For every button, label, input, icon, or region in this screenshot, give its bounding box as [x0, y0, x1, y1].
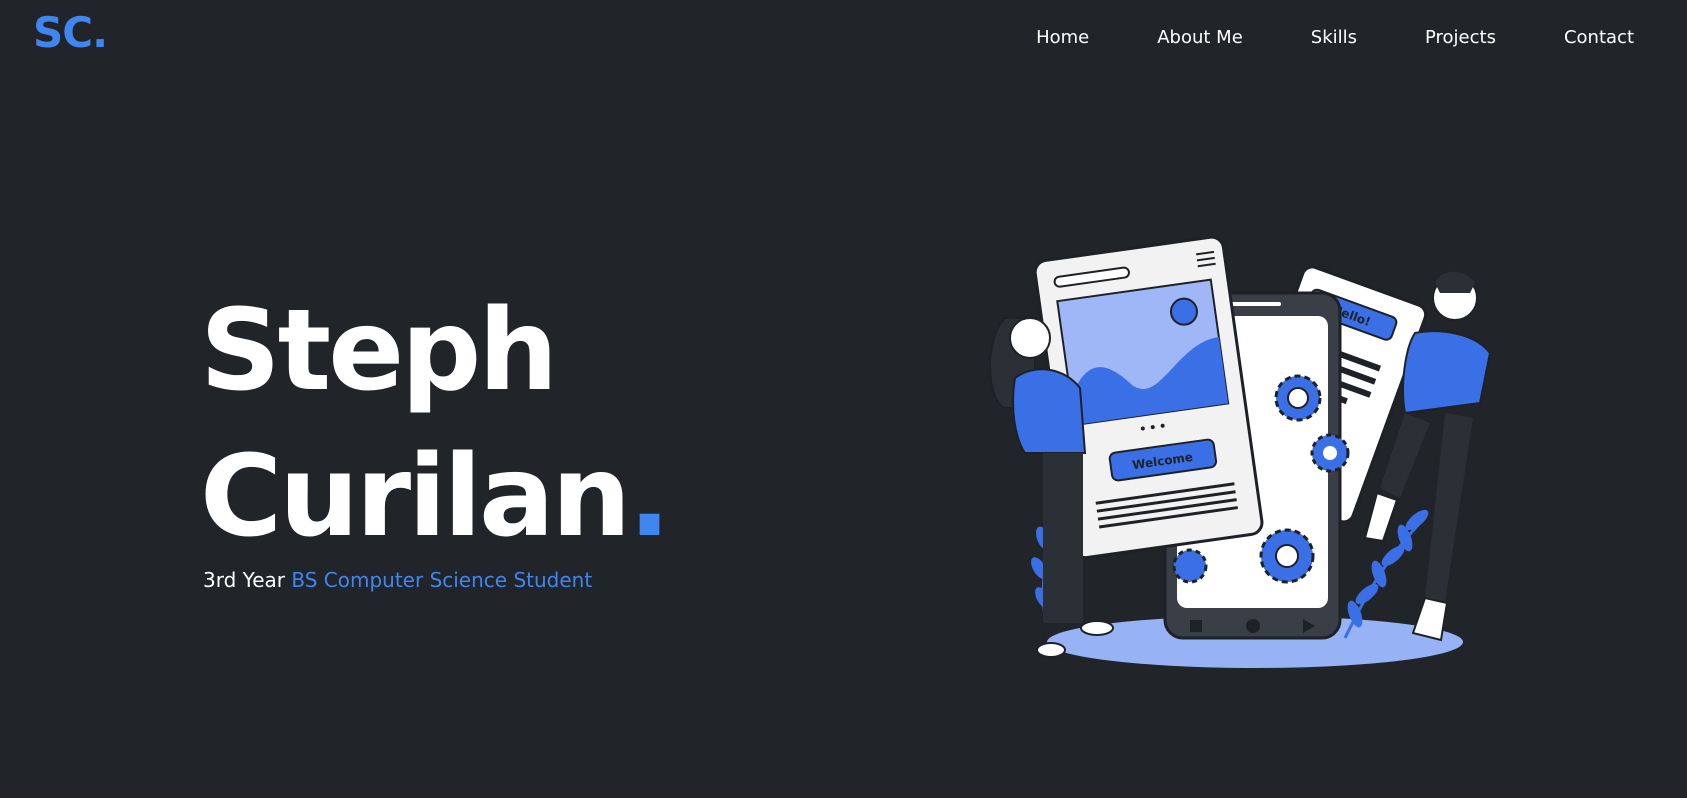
logo-text: SC: [33, 8, 93, 57]
hero-subtitle: 3rd Year BS Computer Science Student: [203, 566, 592, 594]
hero-first-name: Steph: [200, 286, 558, 416]
hero-last-name: Curilan: [200, 432, 631, 562]
subtitle-highlight: BS Computer Science Student: [291, 568, 593, 592]
hero-name: Steph Curilan.: [200, 278, 671, 570]
main-nav: Home About Me Skills Projects Contact: [1036, 24, 1634, 52]
subtitle-prefix: 3rd Year: [203, 568, 292, 592]
hero-name-dot: .: [628, 432, 671, 562]
nav-link-contact[interactable]: Contact: [1564, 24, 1634, 52]
logo-link[interactable]: SC.: [33, 12, 108, 54]
page: SC. Home About Me Skills Projects Contac…: [0, 0, 1687, 798]
nav-link-skills[interactable]: Skills: [1311, 24, 1357, 52]
logo-dot: .: [92, 8, 108, 57]
hero-last-name-line: Curilan.: [200, 424, 671, 570]
hero-illustration: Hello! Welcome: [989, 238, 1492, 668]
nav-link-projects[interactable]: Projects: [1425, 24, 1496, 52]
nav-link-about-me[interactable]: About Me: [1157, 24, 1243, 52]
nav-link-home[interactable]: Home: [1036, 24, 1089, 52]
